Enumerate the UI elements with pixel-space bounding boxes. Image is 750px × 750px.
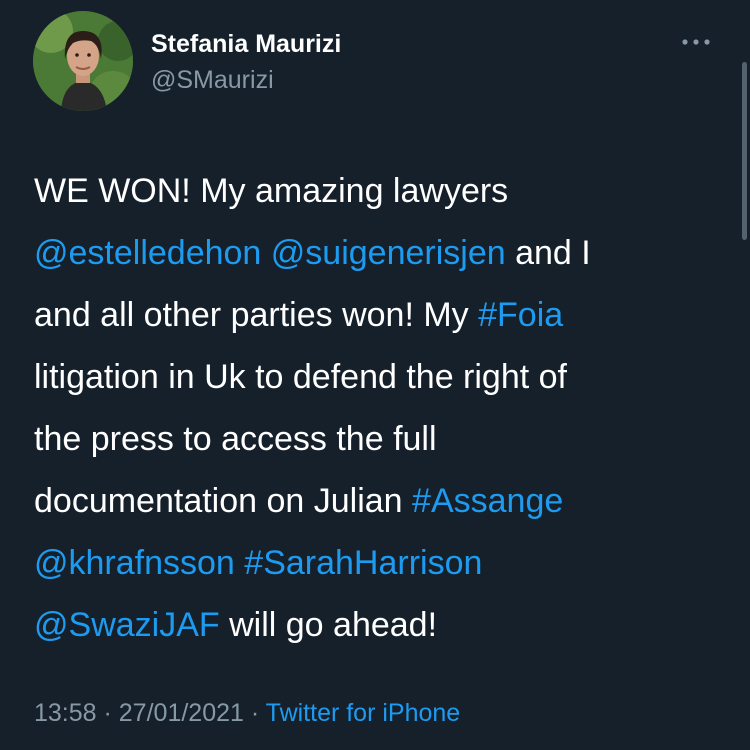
hashtag-link[interactable]: #Foia <box>478 296 563 334</box>
mention-link[interactable]: @estelledehon <box>34 234 261 272</box>
scrollbar[interactable] <box>742 62 747 240</box>
tweet-text-line: litigation in Uk to defend the right of <box>34 346 724 408</box>
profile-photo <box>33 11 133 111</box>
tweet-text-segment <box>235 544 244 582</box>
author-handle[interactable]: @SMaurizi <box>151 66 274 95</box>
tweet-text: WE WON! My amazing lawyers @estelledehon … <box>34 160 724 656</box>
tweet-time: 13:58 <box>34 699 97 727</box>
more-options-button[interactable] <box>672 24 720 60</box>
tweet-source-link[interactable]: Twitter for iPhone <box>266 699 461 727</box>
tweet-text-line: the press to access the full <box>34 408 724 470</box>
tweet-text-segment: litigation in Uk to defend the right of <box>34 358 567 396</box>
hashtag-link[interactable]: #SarahHarrison <box>244 544 482 582</box>
more-horizontal-icon <box>682 39 710 45</box>
hashtag-link[interactable]: #Assange <box>412 482 563 520</box>
tweet-text-line: WE WON! My amazing lawyers <box>34 160 724 222</box>
tweet-text-segment: WE WON! My amazing lawyers <box>34 172 509 210</box>
mention-link[interactable]: @suigenerisjen <box>271 234 506 272</box>
tweet-date: 27/01/2021 <box>118 699 244 727</box>
author-name[interactable]: Stefania Maurizi <box>151 30 341 59</box>
tweet-text-segment: and all other parties won! My <box>34 296 479 334</box>
mention-link[interactable]: @khrafnsson <box>34 544 235 582</box>
tweet-text-segment <box>261 234 270 272</box>
meta-separator: · <box>243 699 266 727</box>
tweet-text-segment: will go ahead! <box>219 606 438 644</box>
tweet-meta: 13:58 · 27/01/2021 · Twitter for iPhone <box>34 699 460 728</box>
tweet-text-line: @estelledehon @suigenerisjen and I <box>34 222 724 284</box>
tweet-text-line: @khrafnsson #SarahHarrison <box>34 532 724 594</box>
mention-link[interactable]: @SwaziJAF <box>34 606 220 644</box>
tweet-text-line: documentation on Julian #Assange <box>34 470 724 532</box>
tweet-text-line: @SwaziJAF will go ahead! <box>34 594 724 656</box>
tweet-text-segment: the press to access the full <box>34 420 437 458</box>
tweet-text-line: and all other parties won! My #Foia <box>34 284 724 346</box>
avatar[interactable] <box>33 11 133 111</box>
meta-separator: · <box>96 699 119 727</box>
tweet-text-segment: and I <box>505 234 591 272</box>
tweet-detail: Stefania Maurizi @SMaurizi WE WON! My am… <box>0 0 750 750</box>
tweet-text-segment: documentation on Julian <box>34 482 413 520</box>
